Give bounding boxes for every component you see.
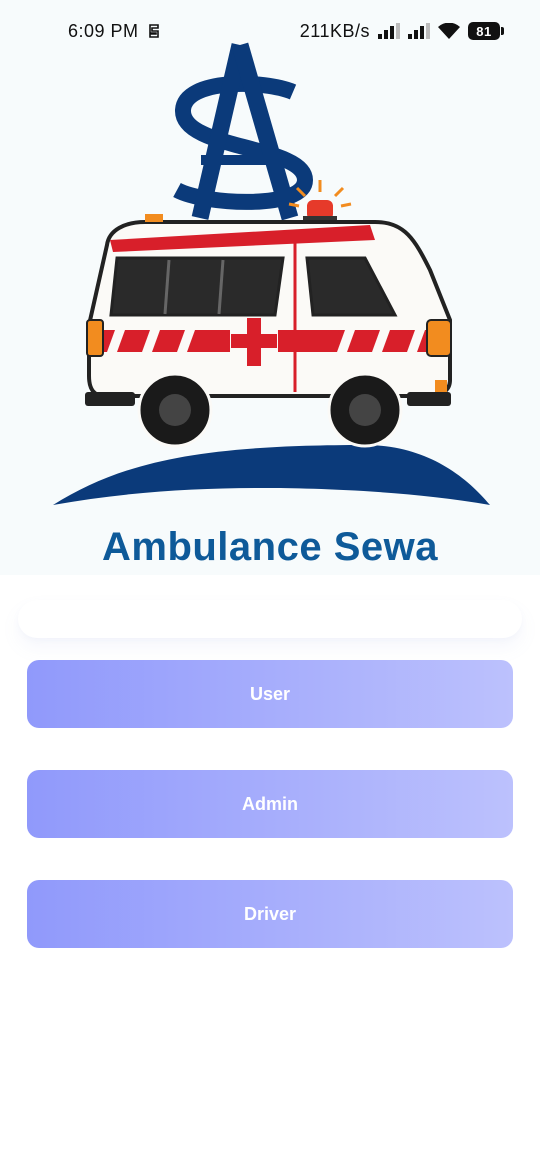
driver-button[interactable]: Driver (27, 880, 513, 948)
admin-button[interactable]: Admin (27, 770, 513, 838)
status-left: 6:09 PM (68, 21, 161, 42)
ground-arc (53, 445, 490, 505)
battery-icon: 81 (468, 22, 504, 40)
empty-card (18, 600, 522, 638)
battery-level: 81 (476, 23, 492, 39)
signal-icon (378, 23, 400, 39)
network-speed: 211KB/s (299, 20, 370, 41)
red-cross-icon (230, 318, 278, 366)
sa-monogram (173, 42, 314, 221)
status-time: 6:09 PM (68, 20, 139, 41)
app-title: Ambulance Sewa (101, 525, 438, 569)
status-right: 211KB/s 81 (299, 20, 504, 42)
signal-icon-2 (408, 23, 430, 39)
user-button[interactable]: User (27, 660, 513, 728)
wifi-icon (438, 23, 460, 39)
ambulance-logo (53, 42, 490, 505)
notification-icon (148, 24, 159, 38)
ambulance-body (85, 214, 452, 406)
